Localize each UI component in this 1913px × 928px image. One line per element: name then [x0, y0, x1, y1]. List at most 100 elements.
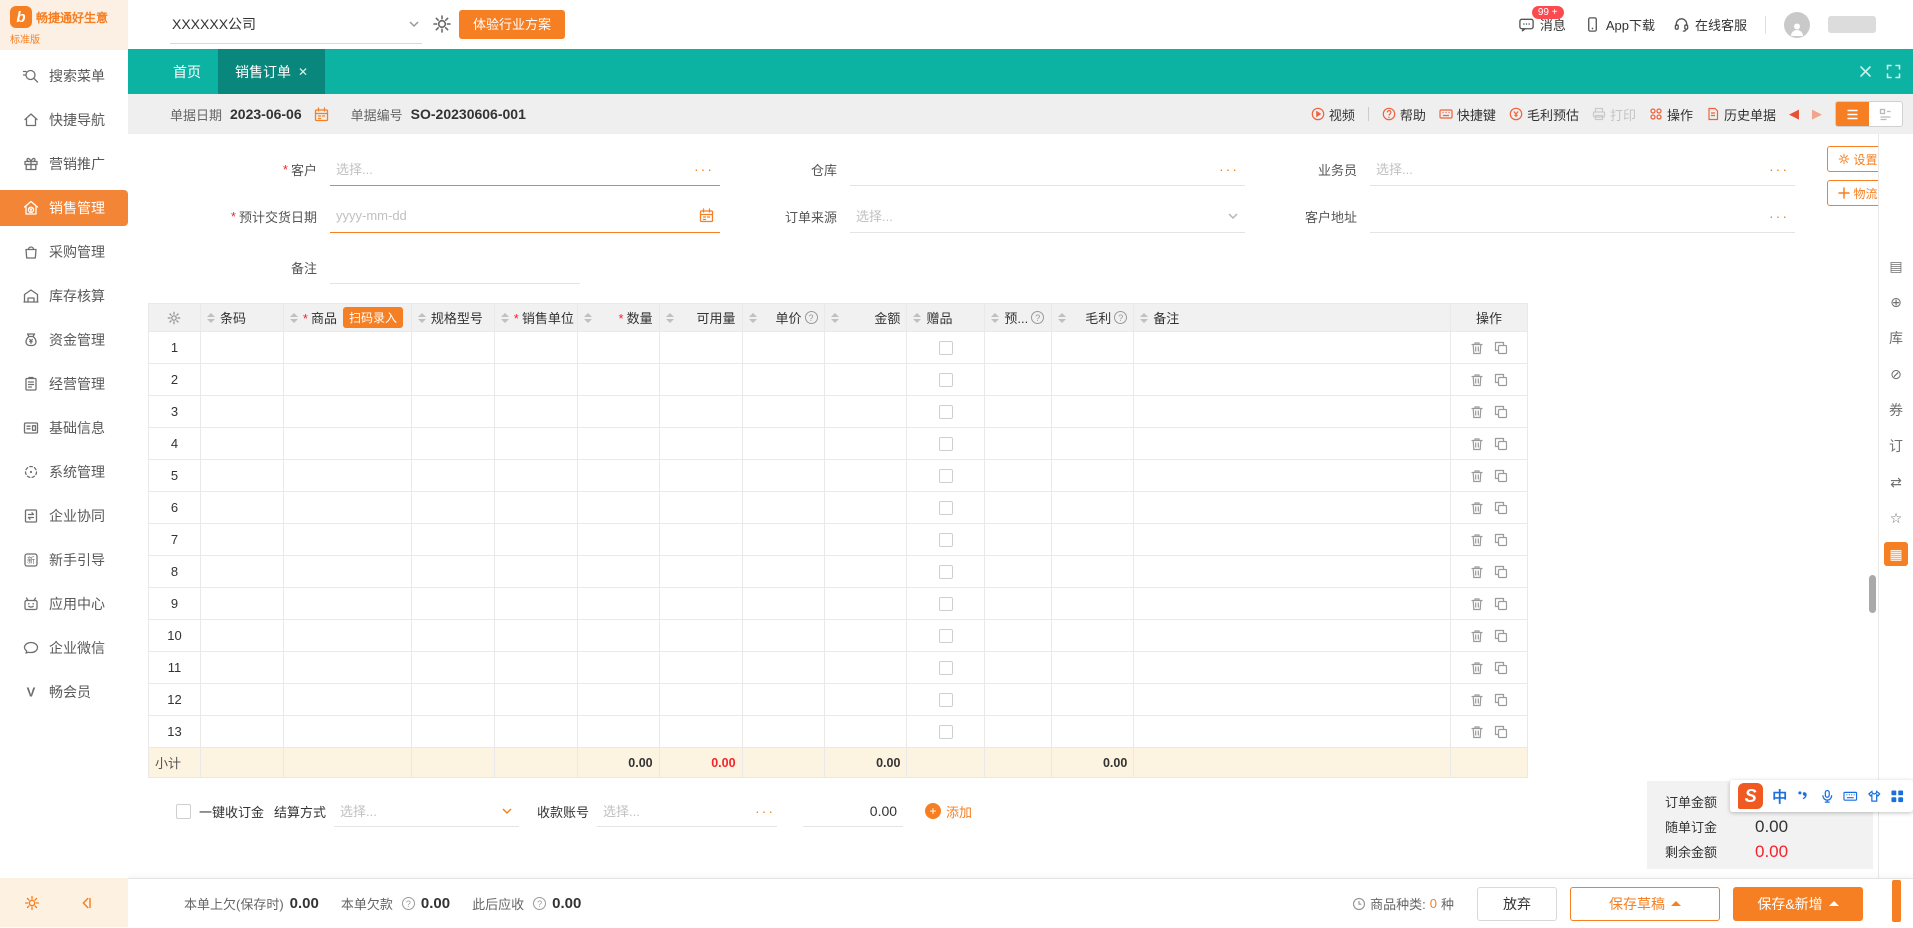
cell-qty[interactable] [577, 492, 660, 524]
sidebar-item-sales[interactable]: 销售管理 [0, 190, 128, 226]
cell-barcode[interactable] [200, 524, 284, 556]
cell-amount[interactable] [824, 684, 908, 716]
sort-arrows-icon[interactable] [1140, 312, 1149, 323]
sidebar-item-quick-nav[interactable]: 快捷导航 [0, 102, 128, 138]
cell-product[interactable] [283, 620, 412, 652]
gift-checkbox[interactable] [938, 596, 953, 611]
skin-icon[interactable] [1867, 789, 1882, 804]
cell-profit[interactable] [1052, 652, 1135, 684]
cell-estimate[interactable] [985, 332, 1053, 364]
cell-unit[interactable] [494, 716, 578, 748]
messages-button[interactable]: 消息 99 + [1518, 6, 1566, 34]
delete-row-icon[interactable] [1470, 405, 1484, 419]
cell-barcode[interactable] [200, 588, 284, 620]
sidebar-item-beginner-guide[interactable]: 新 新手引导 [0, 542, 128, 578]
company-settings-gear-icon[interactable] [432, 14, 452, 34]
column-header-remark[interactable]: 备注 [1134, 304, 1452, 332]
cell-unit[interactable] [494, 492, 578, 524]
save-and-new-button[interactable]: 保存&新增 [1733, 886, 1863, 921]
copy-row-icon[interactable] [1494, 565, 1508, 579]
cell-amount[interactable] [824, 716, 908, 748]
cell-available[interactable] [659, 588, 743, 620]
cell-qty[interactable] [577, 620, 660, 652]
gift-checkbox[interactable] [938, 692, 953, 707]
column-header-actions[interactable]: 操作 [1451, 304, 1528, 332]
copy-row-icon[interactable] [1494, 693, 1508, 707]
copy-row-icon[interactable] [1494, 597, 1508, 611]
cell-available[interactable] [659, 524, 743, 556]
order-source-select[interactable]: 选择... [850, 199, 1245, 233]
cell-unit[interactable] [494, 460, 578, 492]
strip-plus-icon[interactable]: ⊕ [1884, 290, 1908, 314]
gift-checkbox[interactable] [938, 564, 953, 579]
cell-qty[interactable] [577, 460, 660, 492]
cell-spec[interactable] [411, 684, 495, 716]
receive-account-select[interactable]: 选择... ··· [597, 795, 778, 827]
cell-estimate[interactable] [985, 428, 1053, 460]
cell-amount[interactable] [824, 620, 908, 652]
cell-estimate[interactable] [985, 492, 1053, 524]
cell-remark[interactable] [1134, 492, 1452, 524]
column-settings-icon[interactable] [149, 304, 201, 332]
cell-qty[interactable] [577, 684, 660, 716]
cell-spec[interactable] [411, 556, 495, 588]
cell-qty[interactable] [577, 716, 660, 748]
strip-star-icon[interactable]: ☆ [1884, 506, 1908, 530]
sort-arrows-icon[interactable] [583, 312, 592, 323]
prev-arrow-icon[interactable]: ◀ [1789, 106, 1799, 122]
cell-barcode[interactable] [200, 620, 284, 652]
copy-row-icon[interactable] [1494, 373, 1508, 387]
cell-profit[interactable] [1052, 364, 1135, 396]
vertical-scrollbar[interactable] [1869, 575, 1876, 613]
cell-qty[interactable] [577, 524, 660, 556]
delete-row-icon[interactable] [1470, 597, 1484, 611]
cell-amount[interactable] [824, 492, 908, 524]
cell-price[interactable] [742, 588, 825, 620]
strip-swap-icon[interactable]: ⇄ [1884, 470, 1908, 494]
cell-unit[interactable] [494, 684, 578, 716]
cell-spec[interactable] [411, 652, 495, 684]
cell-barcode[interactable] [200, 396, 284, 428]
cell-unit[interactable] [494, 428, 578, 460]
delete-row-icon[interactable] [1470, 373, 1484, 387]
cell-available[interactable] [659, 684, 743, 716]
copy-row-icon[interactable] [1494, 341, 1508, 355]
cell-price[interactable] [742, 364, 825, 396]
fullscreen-icon[interactable] [1886, 64, 1901, 79]
cell-unit[interactable] [494, 652, 578, 684]
cell-profit[interactable] [1052, 460, 1135, 492]
cell-profit[interactable] [1052, 588, 1135, 620]
column-header-spec[interactable]: 规格型号 [411, 304, 495, 332]
cell-estimate[interactable] [985, 716, 1053, 748]
microphone-icon[interactable] [1820, 789, 1835, 804]
punctuation-icon[interactable] [1796, 789, 1811, 804]
hotkey-button[interactable]: 快捷键 [1439, 105, 1496, 124]
cell-available[interactable] [659, 428, 743, 460]
sidebar-item-operation[interactable]: 经营管理 [0, 366, 128, 402]
column-header-price[interactable]: 单价? [742, 304, 825, 332]
sidebar-item-system[interactable]: 系统管理 [0, 454, 128, 490]
cell-remark[interactable] [1134, 396, 1452, 428]
cell-remark[interactable] [1134, 428, 1452, 460]
tab-home[interactable]: 首页 [156, 49, 218, 94]
sidebar-item-collaboration[interactable]: 企业协同 [0, 498, 128, 534]
ime-mode-chinese[interactable]: 中 [1772, 786, 1787, 807]
add-payment-button[interactable]: + 添加 [925, 802, 972, 821]
delete-row-icon[interactable] [1470, 341, 1484, 355]
help-icon[interactable]: ? [401, 897, 415, 910]
cell-barcode[interactable] [200, 428, 284, 460]
cell-spec[interactable] [411, 524, 495, 556]
delivery-date-input[interactable]: yyyy-mm-dd [330, 199, 720, 233]
delete-row-icon[interactable] [1470, 629, 1484, 643]
warehouse-input[interactable]: ··· [850, 152, 1245, 186]
column-header-unit[interactable]: * 销售单位 [494, 304, 578, 332]
cell-remark[interactable] [1134, 620, 1452, 652]
cell-profit[interactable] [1052, 492, 1135, 524]
cell-product[interactable] [283, 396, 412, 428]
copy-row-icon[interactable] [1494, 661, 1508, 675]
cell-product[interactable] [283, 652, 412, 684]
cell-price[interactable] [742, 716, 825, 748]
cell-remark[interactable] [1134, 332, 1452, 364]
cell-barcode[interactable] [200, 684, 284, 716]
cell-spec[interactable] [411, 396, 495, 428]
